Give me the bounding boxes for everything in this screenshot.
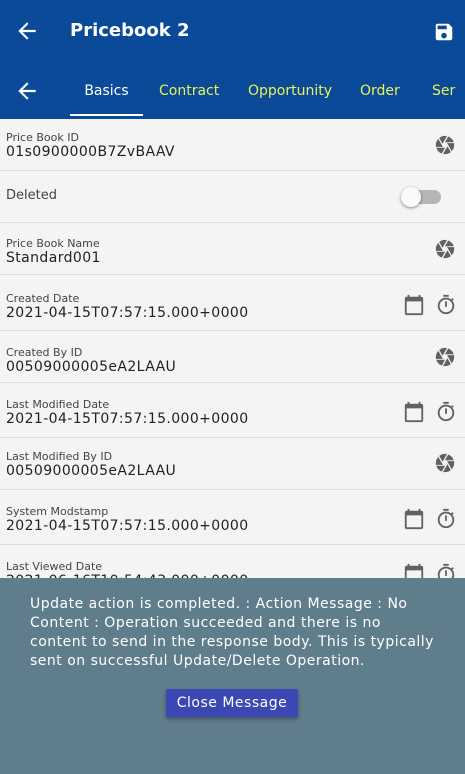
timer-icon[interactable] <box>435 294 457 316</box>
aperture-icon[interactable] <box>434 134 456 156</box>
field-price-book-name[interactable]: Price Book Name Standard001 <box>0 223 465 275</box>
field-value: Standard001 <box>6 250 101 266</box>
timer-icon[interactable] <box>435 401 457 423</box>
tab-order[interactable]: Order <box>360 63 400 119</box>
tab-back-arrow-icon[interactable] <box>14 78 40 104</box>
tab-service[interactable]: Ser <box>432 63 455 119</box>
toggle-knob <box>401 187 421 207</box>
field-label: Last Modified By ID <box>6 450 113 463</box>
field-created-date[interactable]: Created Date 2021-04-15T07:57:15.000+000… <box>0 275 465 331</box>
tab-label: Contract <box>159 83 220 99</box>
deleted-toggle[interactable] <box>401 187 441 207</box>
active-tab-indicator <box>70 114 143 116</box>
page-title: Pricebook 2 <box>70 20 190 41</box>
tab-label: Ser <box>432 83 456 99</box>
tab-opportunity[interactable]: Opportunity <box>248 63 332 119</box>
tab-label: Order <box>360 83 400 99</box>
field-value: 00509000005eA2LAAU <box>6 359 177 375</box>
field-label: Last Modified Date <box>6 398 110 411</box>
field-last-modified-date[interactable]: Last Modified Date 2021-04-15T07:57:15.0… <box>0 383 465 438</box>
field-price-book-id[interactable]: Price Book ID 01s0900000B7ZvBAAV <box>0 119 465 171</box>
field-label: Deleted <box>6 188 57 203</box>
field-value: 2021-04-15T07:57:15.000+0000 <box>6 518 249 534</box>
back-arrow-icon[interactable] <box>14 18 40 44</box>
field-label: Created Date <box>6 292 80 305</box>
tab-label: Opportunity <box>248 83 333 99</box>
calendar-icon[interactable] <box>403 294 425 316</box>
field-label: Price Book ID <box>6 131 79 144</box>
field-label: Created By ID <box>6 346 83 359</box>
field-created-by-id[interactable]: Created By ID 00509000005eA2LAAU <box>0 331 465 383</box>
aperture-icon[interactable] <box>434 238 456 260</box>
field-label: System Modstamp <box>6 505 109 518</box>
tab-contract[interactable]: Contract <box>159 63 219 119</box>
field-label: Price Book Name <box>6 237 100 250</box>
field-value: 00509000005eA2LAAU <box>6 463 177 479</box>
calendar-icon[interactable] <box>403 508 425 530</box>
field-value: 2021-04-15T07:57:15.000+0000 <box>6 305 249 321</box>
tab-bar: Basics Contract Opportunity Order Ser <box>0 63 465 119</box>
field-value: 01s0900000B7ZvBAAV <box>6 144 175 160</box>
field-value: 2021-04-15T07:57:15.000+0000 <box>6 411 249 427</box>
tab-label: Basics <box>84 83 129 99</box>
field-system-modstamp[interactable]: System Modstamp 2021-04-15T07:57:15.000+… <box>0 490 465 545</box>
aperture-icon[interactable] <box>434 452 456 474</box>
aperture-icon[interactable] <box>434 346 456 368</box>
field-deleted: Deleted <box>0 171 465 223</box>
calendar-icon[interactable] <box>403 401 425 423</box>
app-bar: Pricebook 2 <box>0 0 465 63</box>
close-message-button[interactable]: Close Message <box>166 689 298 717</box>
toast-message: Update action is completed. : Action Mes… <box>30 596 434 669</box>
field-last-modified-by-id[interactable]: Last Modified By ID 00509000005eA2LAAU <box>0 438 465 490</box>
update-message-toast: Update action is completed. : Action Mes… <box>0 578 465 774</box>
record-field-list: Price Book ID 01s0900000B7ZvBAAV Deleted… <box>0 119 465 600</box>
field-label: Last Viewed Date <box>6 560 103 573</box>
tab-basics[interactable]: Basics <box>70 63 143 119</box>
save-icon[interactable] <box>433 21 455 43</box>
timer-icon[interactable] <box>435 508 457 530</box>
